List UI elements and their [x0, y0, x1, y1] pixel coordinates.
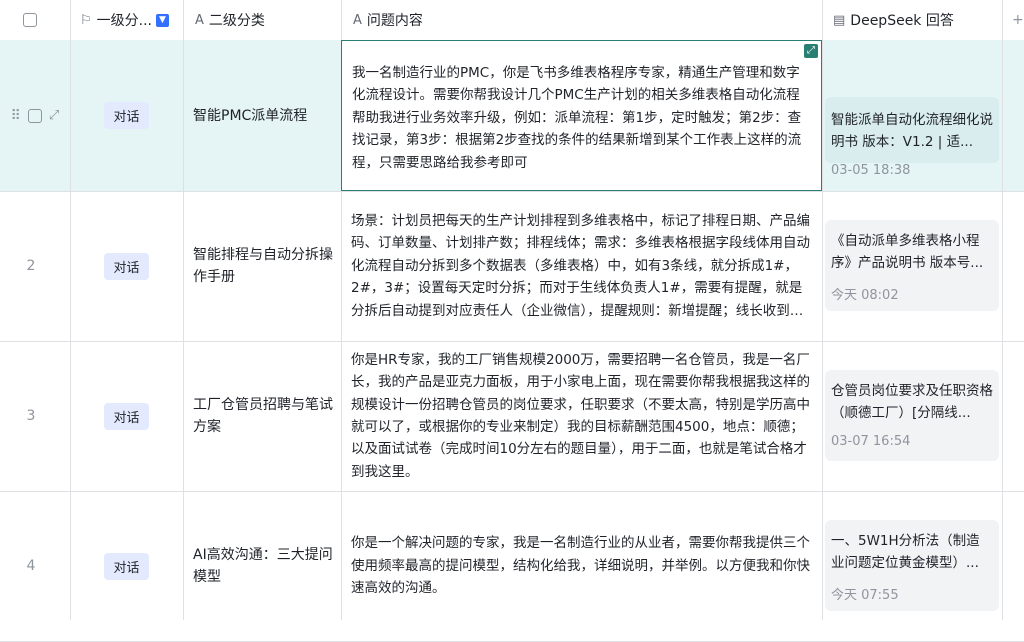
answer-card[interactable]: 一、5W1H分析法（制造业问题定位黄金模型）... 今天 07:55 — [825, 520, 999, 611]
row-index: 4 — [26, 558, 36, 574]
question-text: 场景：计划员把每天的生产计划排程到多维表格中，标记了排程日期、产品编码、订单数量… — [351, 212, 810, 319]
question-text-content: 我一名制造行业的PMC，你是飞书多维表格程序专家，精通生产管理和数字化流程设计。… — [352, 65, 802, 171]
column-header-answer[interactable]: ▤ DeepSeek 回答 — [833, 0, 1003, 40]
column-divider — [183, 0, 184, 620]
question-cell[interactable]: 你是HR专家，我的工厂销售规模2000万，需要招聘一名仓管员，我是一名厂长，我的… — [341, 341, 822, 491]
row-controls: ⠿ ⤢ — [0, 40, 70, 191]
drag-handle-icon[interactable]: ⠿ — [11, 108, 21, 124]
category-text: 智能PMC派单流程 — [193, 107, 308, 124]
answer-card[interactable]: 智能派单自动化流程细化说明书 版本：V1.2 | 适... 03-05 18:3… — [825, 97, 999, 178]
column-label-answer: DeepSeek 回答 — [850, 13, 954, 29]
level2-cell[interactable]: 智能排程与自动分拆操作手册 — [193, 191, 333, 341]
table-row[interactable]: 2 对话 智能排程与自动分拆操作手册 场景：计划员把每天的生产计划排程到多维表格… — [0, 191, 1024, 342]
add-column-icon[interactable]: + — [1012, 0, 1024, 40]
column-divider — [1002, 0, 1003, 620]
row-index: 3 — [26, 408, 36, 424]
answer-date: 03-05 18:38 — [831, 163, 911, 178]
filter-icon[interactable]: ▼ — [156, 13, 170, 27]
level1-cell[interactable]: 对话 — [70, 191, 183, 341]
level2-cell[interactable]: 工厂仓管员招聘与笔试方案 — [193, 341, 333, 491]
select-all-cell[interactable] — [23, 0, 43, 40]
column-header-level1[interactable]: ⚐ 一级分... ▼ — [80, 0, 180, 40]
answer-date: 今天 07:55 — [831, 588, 899, 603]
answer-date: 今天 08:02 — [831, 288, 899, 303]
column-label-question: 问题内容 — [366, 13, 423, 29]
column-header-question[interactable]: A 问题内容 — [353, 0, 813, 40]
grid-header: ⚐ 一级分... ▼ A 二级分类 A 问题内容 ▤ DeepSeek 回答 + — [0, 0, 1024, 41]
status-badge: 对话 — [104, 402, 149, 430]
question-text[interactable]: 我一名制造行业的PMC，你是飞书多维表格程序专家，精通生产管理和数字化流程设计。… — [342, 62, 823, 174]
column-label-level2: 二级分类 — [208, 13, 265, 29]
status-badge: 对话 — [104, 552, 149, 580]
answer-card[interactable]: 《自动派单多维表格小程序》产品说明书 版本号... 今天 08:02 — [825, 220, 999, 311]
question-cell[interactable]: 你是一个解决问题的专家，我是一名制造行业的从业者，需要你帮我提供三个使用频率最高… — [341, 491, 822, 641]
category-text: 智能排程与自动分拆操作手册 — [193, 247, 333, 285]
level2-cell[interactable]: 智能PMC派单流程 — [193, 40, 333, 191]
select-all-checkbox[interactable] — [23, 13, 37, 27]
answer-card[interactable]: 仓管员岗位要求及任职资格（顺德工厂）[分隔线... 03-07 16:54 — [825, 370, 999, 461]
question-text: 你是HR专家，我的工厂销售规模2000万，需要招聘一名仓管员，我是一名厂长，我的… — [351, 351, 810, 480]
question-cell-active[interactable]: ⤢ 我一名制造行业的PMC，你是飞书多维表格程序专家，精通生产管理和数字化流程设… — [341, 40, 822, 191]
status-badge: 对话 — [104, 252, 149, 280]
answer-title: 智能派单自动化流程细化说明书 版本：V1.2 | 适... — [831, 112, 993, 150]
category-text: 工厂仓管员招聘与笔试方案 — [193, 397, 333, 435]
document-icon: ▤ — [833, 12, 846, 28]
question-text: 你是一个解决问题的专家，我是一名制造行业的从业者，需要你帮我提供三个使用频率最高… — [351, 535, 810, 597]
answer-title: 《自动派单多维表格小程序》产品说明书 版本号... — [831, 233, 984, 271]
question-cell[interactable]: 场景：计划员把每天的生产计划排程到多维表格中，标记了排程日期、产品编码、订单数量… — [341, 191, 822, 341]
expand-record-icon[interactable]: ⤢ — [49, 108, 59, 123]
level1-cell[interactable]: 对话 — [70, 491, 183, 641]
answer-title: 一、5W1H分析法（制造业问题定位黄金模型）... — [831, 533, 980, 571]
level1-cell[interactable]: 对话 — [70, 40, 183, 191]
status-badge: 对话 — [104, 102, 149, 129]
row-checkbox[interactable] — [27, 108, 42, 123]
answer-title: 仓管员岗位要求及任职资格（顺德工厂）[分隔线... — [831, 383, 993, 421]
data-grid: ⚐ 一级分... ▼ A 二级分类 A 问题内容 ▤ DeepSeek 回答 +… — [0, 0, 1024, 642]
column-divider — [70, 0, 71, 620]
column-label-level1: 一级分... — [96, 13, 153, 29]
column-header-level2[interactable]: A 二级分类 — [195, 0, 335, 40]
category-text: AI高效沟通：三大提问模型 — [193, 547, 333, 585]
table-row[interactable]: 4 对话 AI高效沟通：三大提问模型 你是一个解决问题的专家，我是一名制造行业的… — [0, 491, 1024, 642]
answer-date: 03-07 16:54 — [831, 434, 911, 449]
text-icon: A — [353, 12, 362, 28]
level2-cell[interactable]: AI高效沟通：三大提问模型 — [193, 491, 333, 641]
row-index: 2 — [26, 258, 36, 274]
level1-cell[interactable]: 对话 — [70, 341, 183, 491]
table-row[interactable]: 3 对话 工厂仓管员招聘与笔试方案 你是HR专家，我的工厂销售规模2000万，需… — [0, 341, 1024, 492]
expand-cell-icon[interactable]: ⤢ — [804, 44, 818, 58]
flag-icon: ⚐ — [80, 12, 92, 28]
text-icon: A — [195, 12, 204, 28]
